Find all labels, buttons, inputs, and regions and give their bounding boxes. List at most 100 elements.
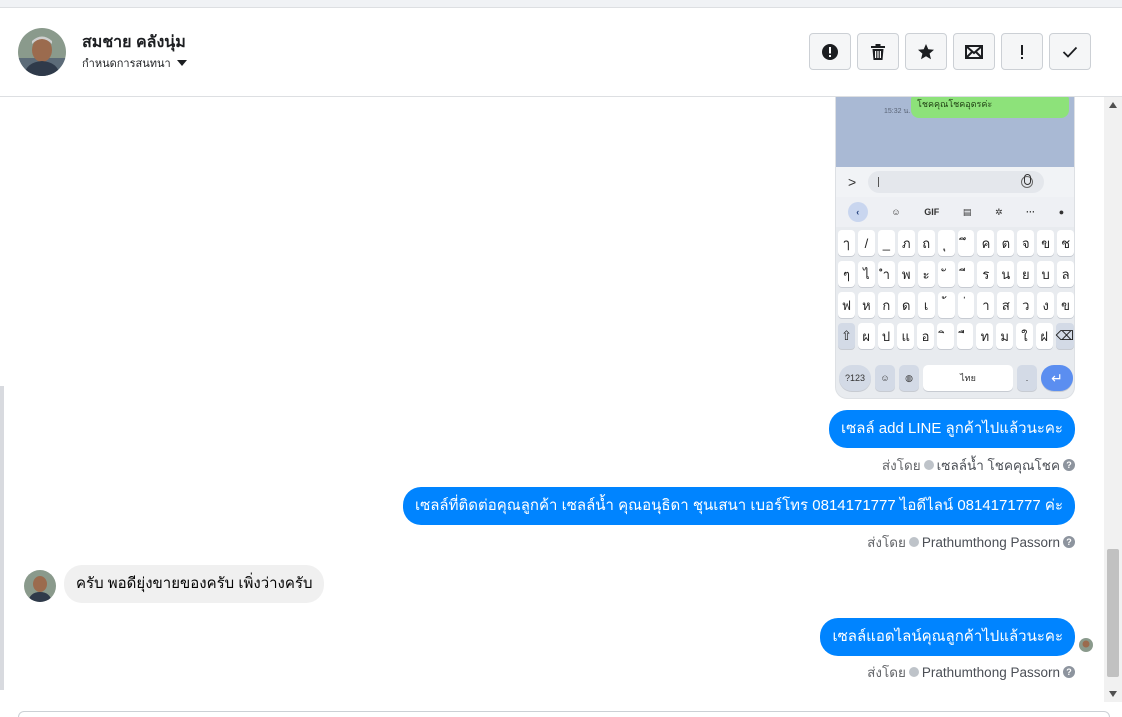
mark-unread-button[interactable] [953, 33, 995, 70]
key: ำ [877, 261, 895, 287]
key: / [857, 230, 875, 256]
key: ฝ [1035, 323, 1053, 349]
attached-screenshot[interactable]: โชคคุณโชคอุดรค่ะ 15:32 น. > ‹ ☺ GIF ▤ ✲ … [835, 97, 1075, 399]
help-icon[interactable]: ? [1063, 459, 1075, 471]
screenshot-bubble: โชคคุณโชคอุดรค่ะ [911, 97, 1069, 118]
key: ๅ [838, 230, 855, 256]
left-edge-bar [0, 386, 4, 690]
key: ี [957, 261, 975, 287]
outgoing-message[interactable]: เซลล์ add LINE ลูกค้าไปแล้วนะคะ [828, 410, 1075, 448]
key: ส [997, 292, 1015, 318]
period-key: . [1017, 365, 1037, 391]
key: ่ [957, 292, 975, 318]
key: ผ [857, 323, 875, 349]
scroll-up-arrow-icon[interactable] [1109, 102, 1117, 108]
key: ก [877, 292, 895, 318]
scroll-down-arrow-icon[interactable] [1109, 691, 1117, 697]
screenshot-input-row: > [836, 167, 1074, 197]
key: ย [1017, 261, 1035, 287]
contact-avatar-small[interactable] [24, 570, 56, 602]
key: ถ [917, 230, 935, 256]
keyboard-bottom-row: ?123 ☺ ◍ ไทย . ↵ [836, 361, 1074, 395]
key: อ [917, 323, 934, 349]
scroll-thumb[interactable] [1107, 549, 1119, 677]
globe-icon: ◍ [899, 365, 919, 391]
clipboard-icon: ▤ [962, 206, 972, 217]
key: ง [1037, 292, 1055, 318]
key: บ [1037, 261, 1055, 287]
star-button[interactable] [905, 33, 947, 70]
exclamation-icon [1021, 44, 1023, 59]
message-composer[interactable] [18, 711, 1110, 717]
key: ข [1037, 230, 1055, 256]
mail-icon [965, 44, 983, 59]
read-receipt-avatar [1079, 638, 1093, 652]
sender-name: Prathumthong Passorn [921, 534, 1060, 550]
more-icon: ··· [1026, 207, 1036, 217]
screenshot-time: 15:32 น. [884, 108, 911, 115]
check-icon [1062, 46, 1078, 58]
key: ื [956, 323, 974, 349]
conversation-header: สมชาย คลังนุ่ม กำหนดการสนทนา [0, 8, 1122, 97]
backspace-key-icon: ⌫ [1055, 323, 1074, 349]
space-key: ไทย [923, 365, 1013, 391]
key: ะ [917, 261, 935, 287]
sent-by-label: ส่งโดย [881, 458, 921, 473]
key-row-3: ฟ ห ก ด เ ้ ่ า ส ว ง ข [838, 292, 1074, 318]
key: ๆ [838, 261, 855, 287]
gif-label: GIF [924, 207, 940, 217]
settings-icon: ✲ [994, 206, 1003, 217]
conversation-settings-dropdown[interactable]: กำหนดการสนทนา [82, 54, 187, 72]
key: ั [937, 261, 955, 287]
key: ิ [936, 323, 954, 349]
key: _ [877, 230, 895, 256]
key: น [997, 261, 1015, 287]
outgoing-message[interactable]: เซลล์แอดไลน์คุณลูกค้าไปแล้วนะคะ [820, 618, 1075, 656]
thread-scrollbar[interactable] [1104, 97, 1122, 702]
key: ว [1017, 292, 1035, 318]
key: ภ [897, 230, 915, 256]
key: า [977, 292, 995, 318]
key: ้ [937, 292, 955, 318]
microphone-icon [1024, 174, 1031, 185]
sent-by-label: ส่งโดย [867, 535, 906, 550]
text-cursor [878, 177, 879, 187]
numeric-key: ?123 [839, 365, 871, 391]
sent-by-line: ส่งโดย เซลล์น้ำ โชคคุณโชค ? [882, 454, 1075, 476]
key: จ [1017, 230, 1035, 256]
shift-key-icon: ⇧ [838, 323, 855, 349]
key: ด [897, 292, 915, 318]
sender-dot-icon [923, 460, 934, 470]
key: ป [877, 323, 895, 349]
mark-spam-button[interactable] [809, 33, 851, 70]
key: เ [917, 292, 935, 318]
key: ท [976, 323, 994, 349]
caret-down-icon [176, 60, 187, 66]
key-row-1: ๅ / _ ภ ถ ุ ึ ค ต จ ข ช [838, 230, 1074, 256]
mark-done-button[interactable] [1049, 33, 1091, 70]
chevron-left-icon: ‹ [847, 202, 868, 222]
sender-dot-icon [908, 667, 919, 677]
key: ห [857, 292, 875, 318]
sent-by-label: ส่งโดย [867, 665, 906, 680]
top-strip [0, 0, 1122, 8]
screenshot-input [868, 171, 1044, 193]
outgoing-message[interactable]: เซลล์ที่ติดต่อคุณลูกค้า เซลล์น้ำ คุณอนุธ… [402, 487, 1075, 525]
alert-circle-icon [822, 43, 838, 60]
header-actions [809, 33, 1091, 70]
keyboard-keys: ๅ / _ ภ ถ ุ ึ ค ต จ ข ช ๆ ไ ำ พ ะ ั ี [836, 227, 1074, 357]
sent-by-line: ส่งโดย Prathumthong Passorn ? [867, 661, 1075, 683]
sender-name: เซลล์น้ำ โชคคุณโชค [936, 458, 1060, 473]
key: ไ [857, 261, 875, 287]
help-icon[interactable]: ? [1063, 536, 1075, 548]
key: ุ [937, 230, 955, 256]
key: ล [1057, 261, 1074, 287]
contact-avatar[interactable] [18, 28, 66, 76]
mic-small-icon: ● [1058, 207, 1065, 217]
key-row-2: ๆ ไ ำ พ ะ ั ี ร น ย บ ล [838, 261, 1074, 287]
sender-dot-icon [908, 537, 919, 547]
incoming-message[interactable]: ครับ พอดียุ่งขายของครับ เพิ่งว่างครับ [64, 565, 325, 603]
delete-button[interactable] [857, 33, 899, 70]
follow-up-button[interactable] [1001, 33, 1043, 70]
help-icon[interactable]: ? [1063, 666, 1075, 678]
